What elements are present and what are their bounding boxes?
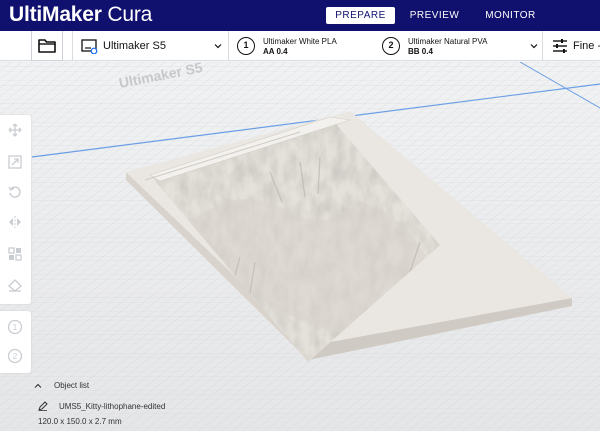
extruder-1-button[interactable]: 1 (6, 318, 24, 336)
move-icon (8, 123, 22, 137)
per-model-settings-button[interactable] (6, 245, 24, 263)
object-name: UMS5_Kitty-lithophane-edited (59, 401, 166, 411)
build-plate-scene[interactable]: Ultimaker S5 (0, 62, 600, 431)
extruder-2-material: Ultimaker Natural PVA (408, 37, 488, 46)
3d-viewport[interactable]: Ultimaker S5 (0, 62, 600, 431)
pencil-icon (38, 401, 48, 411)
header-toolbar: Ultimaker S5 1 Ultimaker White PLA AA 0.… (0, 31, 600, 61)
rotate-tool-button[interactable] (6, 183, 24, 201)
svg-text:1: 1 (13, 323, 18, 332)
print-settings-selector[interactable]: Fine - (542, 31, 600, 61)
title-bar: UltiMaker Cura PREPARE PREVIEW MONITOR (0, 0, 600, 31)
object-list-header: Object list (54, 381, 90, 390)
chevron-up-icon (34, 383, 42, 388)
support-blocker-icon (8, 279, 22, 292)
extruder-2-selector[interactable]: 2 Ultimaker Natural PVA BB 0.4 (374, 31, 542, 61)
extruder-1-badge: 1 (237, 37, 255, 55)
extruder-1-selector[interactable]: 1 Ultimaker White PLA AA 0.4 (229, 31, 374, 61)
support-blocker-button[interactable] (6, 276, 24, 294)
extruder-tool-panel: 1 2 (0, 311, 31, 373)
tab-monitor[interactable]: MONITOR (476, 7, 545, 24)
folder-icon (38, 39, 56, 53)
tool-panel (0, 115, 31, 304)
scale-tool-button[interactable] (6, 153, 24, 171)
open-file-button[interactable] (31, 31, 63, 61)
scale-icon (8, 155, 22, 169)
per-model-settings-icon (8, 247, 22, 261)
app-logo: UltiMaker Cura (9, 3, 153, 26)
extruder-1-icon: 1 (7, 319, 23, 335)
svg-text:2: 2 (13, 352, 18, 361)
print-profile: Fine - (573, 40, 600, 52)
tab-prepare[interactable]: PREPARE (326, 7, 395, 24)
chevron-down-icon (214, 44, 222, 49)
extruder-1-core: AA 0.4 (263, 47, 288, 56)
tab-preview[interactable]: PREVIEW (400, 7, 469, 24)
mirror-icon (9, 216, 21, 228)
machine-selector[interactable]: Ultimaker S5 (72, 31, 229, 61)
object-list: Object list UMS5_Kitty-lithophane-edited… (34, 380, 274, 431)
extruder-2-icon: 2 (7, 348, 23, 364)
extruder-2-core: BB 0.4 (408, 47, 433, 56)
printer-icon (81, 39, 98, 54)
object-list-toggle[interactable]: Object list (34, 381, 89, 390)
object-dimensions: 120.0 x 150.0 x 2.7 mm (38, 417, 122, 426)
sliders-icon (553, 39, 567, 53)
object-name-row[interactable]: UMS5_Kitty-lithophane-edited (34, 401, 165, 411)
mirror-tool-button[interactable] (6, 213, 24, 231)
extruder-1-material: Ultimaker White PLA (263, 37, 337, 46)
extruder-2-button[interactable]: 2 (6, 347, 24, 365)
machine-name: Ultimaker S5 (103, 40, 166, 52)
move-tool-button[interactable] (6, 121, 24, 139)
extruder-2-badge: 2 (382, 37, 400, 55)
chevron-down-icon (530, 44, 538, 49)
rotate-icon (8, 186, 21, 198)
